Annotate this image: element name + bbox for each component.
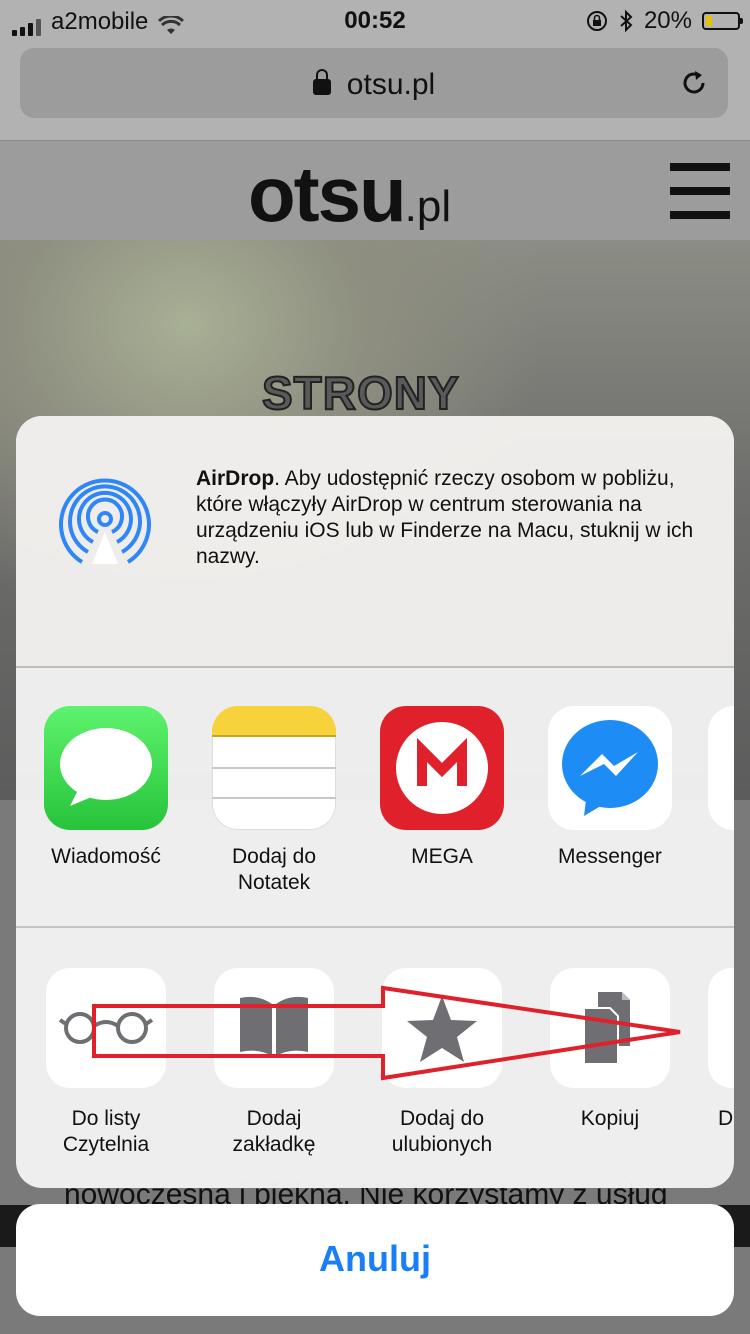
cancel-label: Anuluj (319, 1238, 431, 1279)
action-add-favorites[interactable]: Dodaj do ulubionych (372, 968, 512, 1158)
more-action-icon (708, 968, 734, 1088)
action-label: Kopiuj (580, 1107, 640, 1130)
logo-text: otsu (248, 150, 407, 238)
share-app-label: Wiadomość (51, 845, 161, 868)
url-text: otsu.pl (346, 68, 436, 101)
airdrop-title: AirDrop (196, 467, 275, 490)
url-display[interactable]: otsu.pl (20, 68, 728, 102)
hamburger-menu-icon[interactable] (670, 163, 730, 219)
messages-icon (44, 706, 168, 830)
action-add-bookmark[interactable]: Dodaj zakładkę (204, 968, 344, 1158)
status-right: 20% (586, 7, 743, 35)
battery-icon (702, 12, 743, 30)
share-app-label: Dodaj do Notatek (231, 845, 317, 894)
share-app-notes[interactable]: Dodaj do Notatek (204, 706, 344, 896)
url-field[interactable]: otsu.pl (20, 48, 728, 118)
favorites-star-icon (382, 968, 502, 1088)
status-bar: a2mobile 00:52 20% (0, 0, 750, 40)
share-apps-row: Wiadomość Dodaj do Notatek MEGA Messenge… (16, 668, 734, 928)
share-app-messages[interactable]: Wiadomość (36, 706, 176, 870)
action-partial[interactable]: D (708, 968, 734, 1132)
action-copy[interactable]: Kopiuj (540, 968, 680, 1132)
airdrop-description: AirDrop. Aby udostępnić rzeczy osobom w … (196, 466, 716, 570)
action-label: Dodaj zakładkę (232, 1107, 316, 1156)
share-app-mega[interactable]: MEGA (372, 706, 512, 870)
mega-icon (380, 706, 504, 830)
hero-title: STRONY (261, 366, 460, 420)
action-label: Do listy Czytelnia (62, 1107, 150, 1156)
site-header: otsu.pl (0, 141, 750, 240)
share-app-messenger[interactable]: Messenger (540, 706, 680, 870)
battery-percent: 20% (643, 7, 692, 34)
logo-suffix: .pl (404, 182, 452, 231)
airdrop-icon (59, 478, 151, 564)
partial-app-icon (708, 706, 734, 830)
airdrop-section: AirDrop. Aby udostępnić rzeczy osobom w … (16, 416, 734, 668)
orientation-lock-icon (586, 11, 607, 31)
share-app-label: MEGA (411, 845, 473, 868)
bluetooth-icon (620, 9, 633, 33)
site-logo[interactable]: otsu.pl (248, 149, 451, 240)
bookmark-icon (214, 968, 334, 1088)
lock-icon (312, 69, 331, 95)
share-actions-row: Do listy Czytelnia Dodaj zakładkę Dodaj … (16, 928, 734, 1188)
messenger-icon (548, 706, 672, 830)
share-sheet: AirDrop. Aby udostępnić rzeczy osobom w … (16, 416, 734, 1188)
address-bar: otsu.pl (0, 40, 750, 141)
reload-icon[interactable] (678, 67, 710, 99)
action-reading-list[interactable]: Do listy Czytelnia (36, 968, 176, 1158)
action-label: D (718, 1107, 734, 1130)
cancel-button[interactable]: Anuluj (16, 1204, 734, 1316)
share-app-label: Messenger (558, 845, 662, 868)
action-label: Dodaj do ulubionych (391, 1107, 493, 1156)
share-app-partial[interactable] (708, 706, 734, 830)
copy-icon (550, 968, 670, 1088)
reading-list-icon (46, 968, 166, 1088)
notes-icon (212, 706, 336, 830)
